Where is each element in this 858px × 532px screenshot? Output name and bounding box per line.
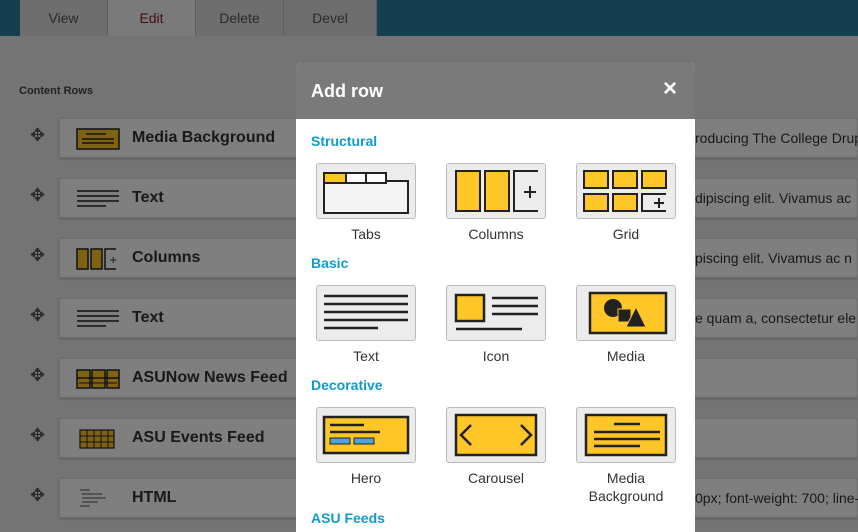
carousel-icon	[454, 413, 538, 457]
section-title-basic: Basic	[311, 255, 349, 271]
tabs-icon	[323, 172, 409, 214]
tile-box[interactable]	[576, 163, 676, 219]
tile-columns[interactable]: Columns	[446, 163, 546, 243]
columns-icon	[455, 170, 538, 212]
tile-tabs[interactable]: Tabs	[316, 163, 416, 243]
tile-media-background[interactable]: Media Background	[576, 407, 676, 505]
tile-label: Media	[606, 348, 646, 364]
tile-label: Columns	[468, 226, 524, 242]
grid-icon	[583, 170, 667, 212]
dialog-title: Add row	[311, 81, 383, 101]
dialog-header: Add row ×	[296, 63, 695, 119]
tile-box[interactable]	[316, 407, 416, 463]
text-icon	[324, 294, 408, 330]
add-row-dialog: Add row × Structural Tabs Columns Grid B…	[296, 63, 695, 532]
tile-box[interactable]	[316, 163, 416, 219]
tile-box[interactable]	[446, 407, 546, 463]
tile-box[interactable]	[446, 285, 546, 341]
tile-text[interactable]: Text	[316, 285, 416, 365]
tile-hero[interactable]: Hero	[316, 407, 416, 487]
media-icon	[588, 291, 668, 335]
tile-label-line: Media	[606, 470, 646, 486]
tile-label-line: Background	[588, 488, 664, 504]
tile-box[interactable]	[446, 163, 546, 219]
section-title-asu-feeds: ASU Feeds	[311, 510, 385, 526]
tile-media[interactable]: Media	[576, 285, 676, 365]
tile-label: Carousel	[467, 470, 525, 486]
tile-label: Tabs	[351, 226, 381, 242]
tile-label: Icon	[482, 348, 510, 364]
hero-icon	[322, 415, 410, 455]
tile-icon[interactable]: Icon	[446, 285, 546, 365]
tile-box[interactable]	[576, 407, 676, 463]
tile-carousel[interactable]: Carousel	[446, 407, 546, 487]
media-background-icon	[584, 413, 668, 457]
tile-label: Hero	[350, 470, 382, 486]
tile-grid[interactable]: Grid	[576, 163, 676, 243]
icon-block-icon	[454, 293, 538, 331]
tile-label: Grid	[612, 226, 640, 242]
section-title-structural: Structural	[311, 133, 378, 149]
tile-box[interactable]	[576, 285, 676, 341]
tile-label: Text	[353, 348, 379, 364]
section-title-decorative: Decorative	[311, 377, 383, 393]
tile-label: Media Background	[576, 469, 676, 505]
tile-box[interactable]	[316, 285, 416, 341]
close-icon[interactable]: ×	[663, 77, 677, 101]
